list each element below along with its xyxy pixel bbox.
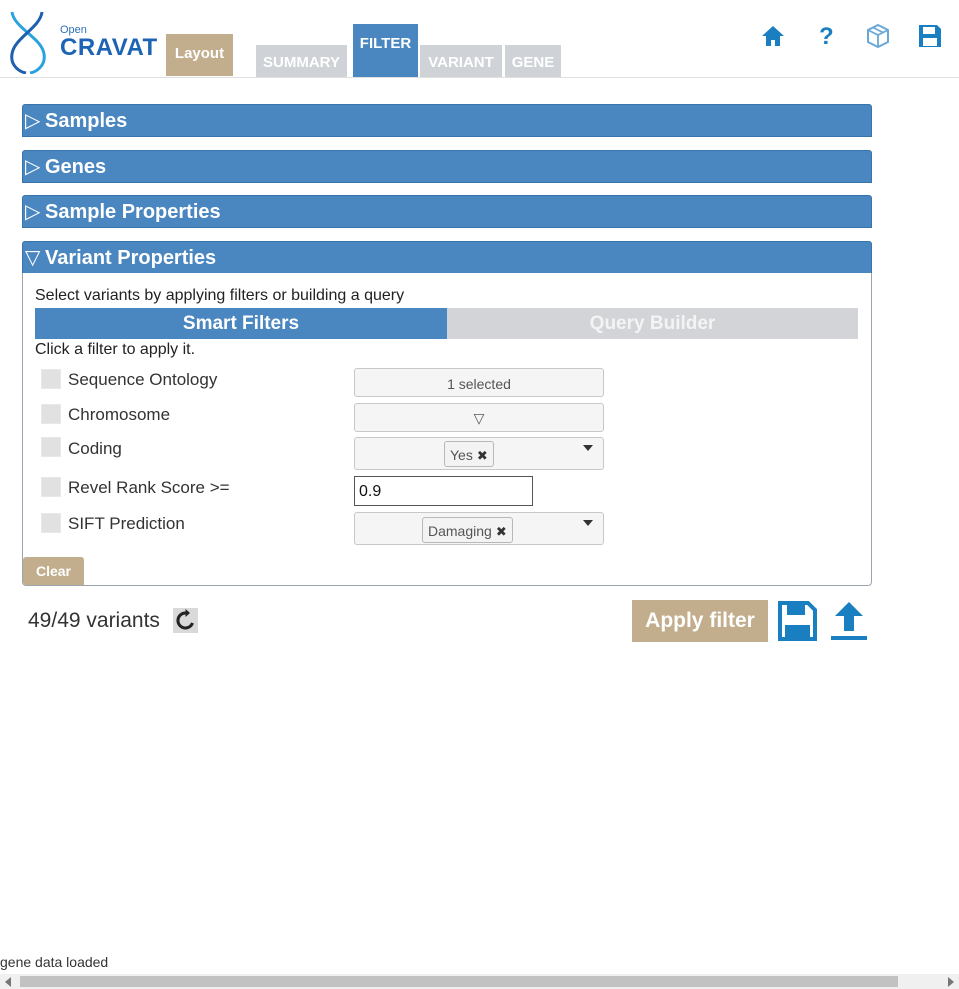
help-icon[interactable]: ? <box>811 22 839 50</box>
sequence-ontology-select[interactable]: 1 selected <box>354 368 604 397</box>
sift-prediction-label: SIFT Prediction <box>68 514 185 533</box>
collapse-triangle-icon: ▽ <box>25 247 41 269</box>
sift-prediction-multiselect[interactable]: Damaging ✖ <box>354 512 604 545</box>
package-icon[interactable] <box>864 22 892 50</box>
sequence-ontology-checkbox[interactable] <box>41 369 61 389</box>
chromosome-label: Chromosome <box>68 405 171 424</box>
coding-checkbox[interactable] <box>41 437 61 457</box>
revel-rank-score-input[interactable]: 0.9 <box>354 476 533 506</box>
revel-rank-score-checkbox[interactable] <box>41 477 61 497</box>
expand-triangle-icon: ▷ <box>25 110 41 132</box>
expand-triangle-icon: ▷ <box>25 156 41 178</box>
section-samples[interactable]: ▷ Samples <box>22 104 872 137</box>
scroll-right-icon[interactable] <box>948 977 954 987</box>
section-variant-properties-label: Variant Properties <box>45 247 217 269</box>
apply-filter-button[interactable]: Apply filter <box>632 600 768 642</box>
save-icon[interactable] <box>916 22 944 50</box>
section-genes-label: Genes <box>45 156 107 178</box>
svg-text:?: ? <box>819 23 834 50</box>
opencravat-logo[interactable]: Open CRAVAT <box>6 10 166 74</box>
scrollbar-thumb[interactable] <box>20 976 898 987</box>
tab-smart-filters[interactable]: Smart Filters <box>35 308 447 339</box>
tab-query-builder[interactable]: Query Builder <box>447 308 858 339</box>
section-samples-label: Samples <box>45 110 128 132</box>
refresh-icon[interactable] <box>173 608 198 633</box>
remove-tag-icon[interactable]: ✖ <box>496 524 507 539</box>
horizontal-scrollbar[interactable] <box>0 974 959 989</box>
sift-prediction-checkbox[interactable] <box>41 513 61 533</box>
filter-hint-text: Click a filter to apply it. <box>35 341 196 358</box>
logo-cravat-text: CRAVAT <box>60 34 158 61</box>
home-icon[interactable] <box>759 22 787 50</box>
chromosome-checkbox[interactable] <box>41 404 61 424</box>
section-variant-properties[interactable]: ▽ Variant Properties <box>22 241 872 274</box>
tab-gene[interactable]: GENE <box>505 45 561 77</box>
coding-label: Coding <box>68 439 122 458</box>
tab-filter[interactable]: FILTER <box>353 24 418 77</box>
save-filter-icon[interactable] <box>777 600 818 642</box>
sift-tag-label: Damaging <box>428 523 492 539</box>
status-message: gene data loaded <box>0 954 109 970</box>
sequence-ontology-value: 1 selected <box>447 376 511 392</box>
coding-multiselect[interactable]: Yes ✖ <box>354 437 604 470</box>
tab-layout[interactable]: Layout <box>166 34 233 76</box>
section-sample-properties[interactable]: ▷ Sample Properties <box>22 195 872 228</box>
tab-summary[interactable]: SUMMARY <box>256 45 347 77</box>
helix-logo-icon <box>10 11 46 74</box>
coding-tag-label: Yes <box>450 447 473 463</box>
dropdown-caret-icon <box>583 520 593 526</box>
header: Open CRAVAT Layout SUMMARY FILTER VARIAN… <box>0 0 959 78</box>
revel-rank-score-label: Revel Rank Score >= <box>68 478 230 497</box>
tab-variant[interactable]: VARIANT <box>420 45 502 77</box>
scroll-left-icon[interactable] <box>5 977 11 987</box>
filter-intro-text: Select variants by applying filters or b… <box>35 287 405 304</box>
chromosome-dropdown-icon: ▽ <box>473 410 485 426</box>
section-sample-properties-label: Sample Properties <box>45 201 221 223</box>
variant-count: 49/49 variants <box>28 609 160 632</box>
upload-filter-icon[interactable] <box>829 600 869 642</box>
coding-selected-tag: Yes ✖ <box>444 441 494 467</box>
sequence-ontology-label: Sequence Ontology <box>68 370 218 389</box>
dropdown-caret-icon <box>583 445 593 451</box>
chromosome-select[interactable]: ▽ <box>354 403 604 432</box>
section-genes[interactable]: ▷ Genes <box>22 150 872 183</box>
remove-tag-icon[interactable]: ✖ <box>477 448 488 463</box>
clear-button[interactable]: Clear <box>23 557 84 585</box>
expand-triangle-icon: ▷ <box>25 201 41 223</box>
sift-selected-tag: Damaging ✖ <box>422 517 513 543</box>
